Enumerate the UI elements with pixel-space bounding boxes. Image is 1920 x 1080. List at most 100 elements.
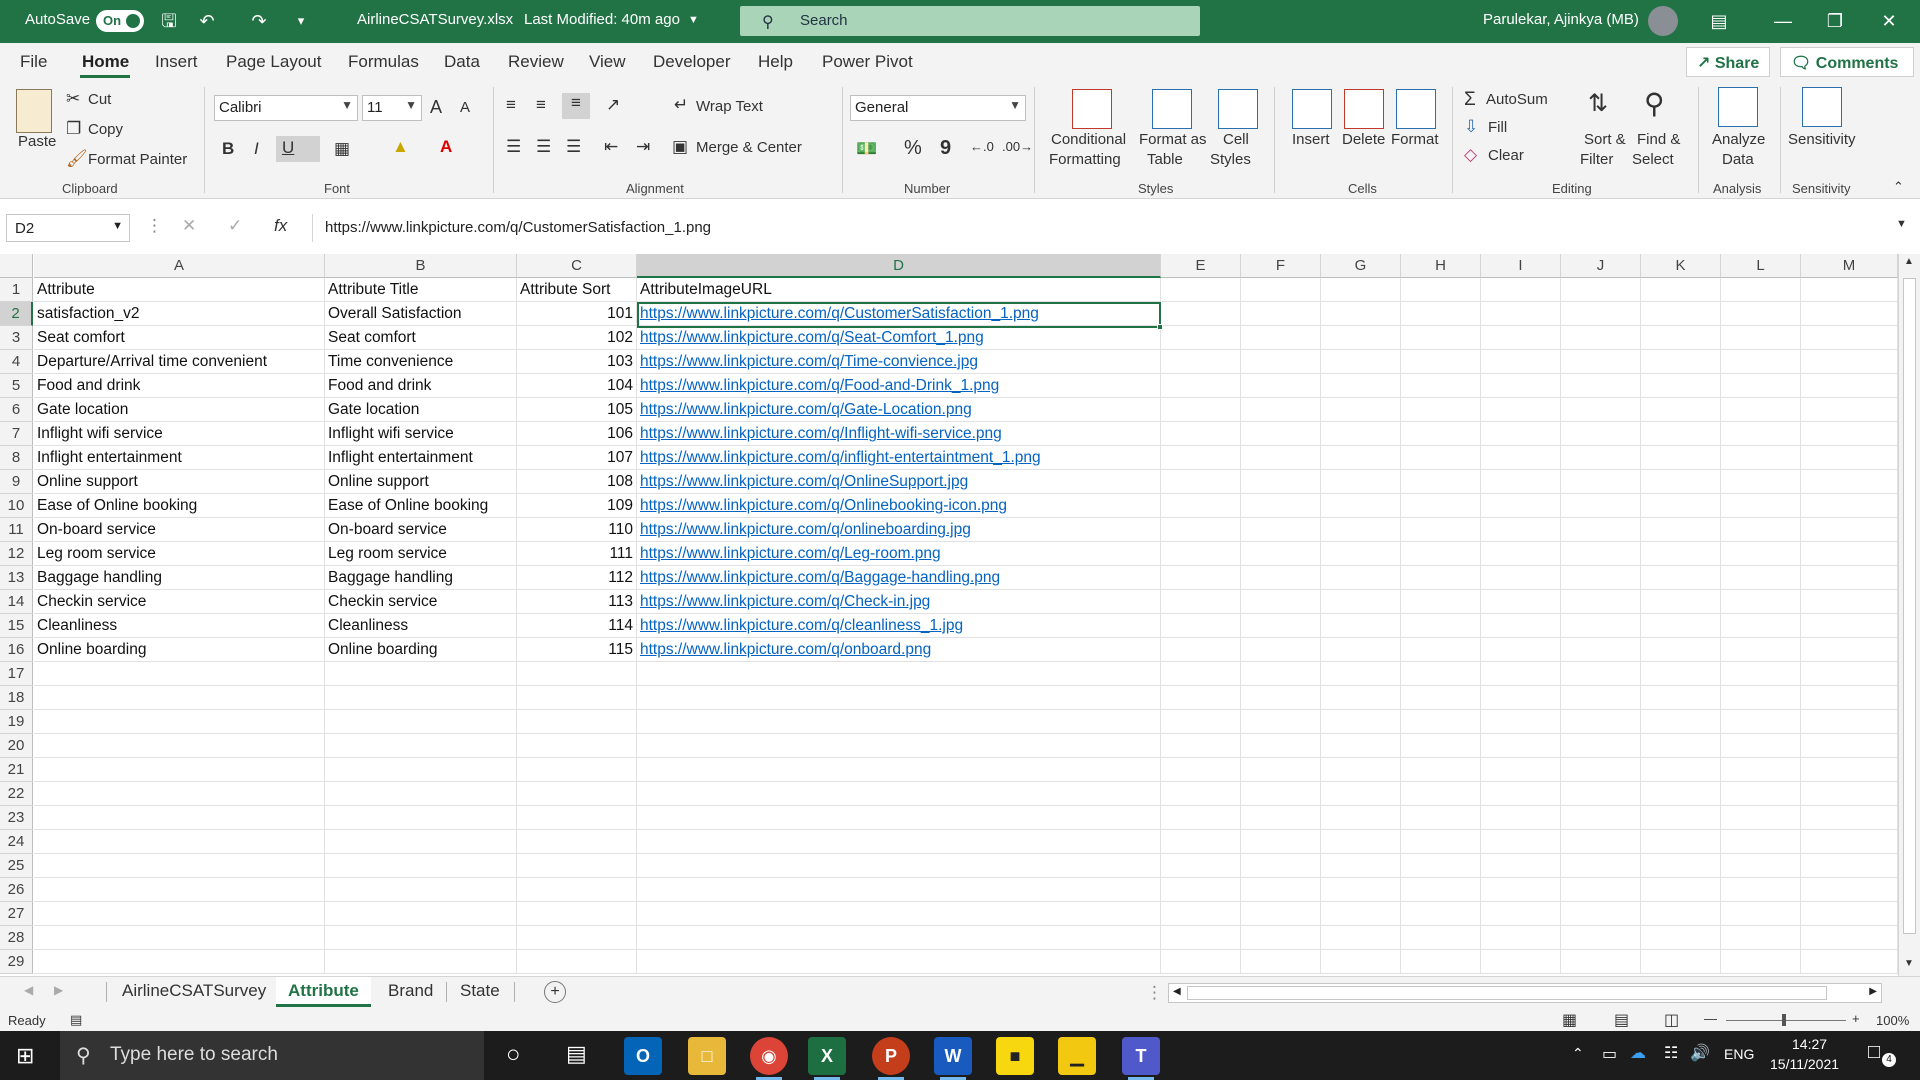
empty-cell[interactable]: [1641, 878, 1721, 902]
empty-cell[interactable]: [34, 926, 325, 950]
row-header[interactable]: 16: [0, 638, 33, 662]
name-box[interactable]: D2 ▼: [6, 214, 130, 242]
cut-button[interactable]: Cut: [88, 91, 111, 108]
sort-filter-button[interactable]: Sort &: [1584, 131, 1626, 148]
empty-cell[interactable]: [1561, 782, 1641, 806]
row-header[interactable]: 6: [0, 398, 33, 422]
empty-cell[interactable]: [1641, 614, 1721, 638]
empty-cell[interactable]: [1561, 326, 1641, 350]
horizontal-scroll-thumb[interactable]: [1187, 986, 1827, 1000]
empty-cell[interactable]: [1401, 422, 1481, 446]
vertical-scrollbar[interactable]: ▲ ▼: [1898, 254, 1920, 976]
table-cell[interactable]: 114: [517, 614, 637, 638]
empty-cell[interactable]: [1481, 878, 1561, 902]
empty-cell[interactable]: [1721, 782, 1801, 806]
align-top-icon[interactable]: ≡: [506, 95, 516, 115]
empty-cell[interactable]: [1561, 950, 1641, 974]
empty-cell[interactable]: [1401, 350, 1481, 374]
empty-cell[interactable]: [1241, 590, 1321, 614]
sheet-tab-state[interactable]: State: [448, 977, 512, 1007]
empty-cell[interactable]: [1721, 686, 1801, 710]
cancel-icon[interactable]: ✕: [182, 216, 196, 236]
row-header[interactable]: 7: [0, 422, 33, 446]
language-indicator[interactable]: ENG: [1724, 1046, 1754, 1062]
empty-cell[interactable]: [1241, 926, 1321, 950]
empty-cell[interactable]: [1481, 374, 1561, 398]
wifi-icon[interactable]: ☷: [1664, 1043, 1678, 1063]
empty-cell[interactable]: [34, 686, 325, 710]
horizontal-scrollbar[interactable]: ◀ ▶: [1168, 983, 1882, 1003]
empty-cell[interactable]: [1721, 854, 1801, 878]
empty-cell[interactable]: [637, 854, 1161, 878]
column-header-l[interactable]: L: [1721, 254, 1801, 278]
empty-cell[interactable]: [1721, 398, 1801, 422]
empty-cell[interactable]: [1401, 302, 1481, 326]
tab-data[interactable]: Data: [444, 52, 480, 72]
customize-qat-icon[interactable]: ▾: [286, 6, 316, 36]
row-header[interactable]: 11: [0, 518, 33, 542]
empty-cell[interactable]: [1721, 734, 1801, 758]
empty-cell[interactable]: [1401, 374, 1481, 398]
empty-cell[interactable]: [1721, 470, 1801, 494]
cell-hyperlink[interactable]: https://www.linkpicture.com/q/OnlineSupp…: [637, 470, 1161, 494]
empty-cell[interactable]: [1641, 518, 1721, 542]
empty-cell[interactable]: [1641, 710, 1721, 734]
tab-view[interactable]: View: [589, 52, 626, 72]
empty-cell[interactable]: [1241, 566, 1321, 590]
table-cell[interactable]: 104: [517, 374, 637, 398]
scroll-down-icon[interactable]: ▼: [1904, 958, 1914, 969]
empty-cell[interactable]: [1641, 830, 1721, 854]
tab-home[interactable]: Home: [82, 52, 129, 72]
empty-cell[interactable]: [637, 734, 1161, 758]
empty-cell[interactable]: [1481, 470, 1561, 494]
empty-cell[interactable]: [34, 830, 325, 854]
bold-button[interactable]: B: [222, 139, 234, 159]
cell-hyperlink[interactable]: https://www.linkpicture.com/q/Time-convi…: [637, 350, 1161, 374]
empty-cell[interactable]: [1321, 854, 1401, 878]
empty-cell[interactable]: [1641, 566, 1721, 590]
empty-cell[interactable]: [637, 950, 1161, 974]
align-right-icon[interactable]: ☰: [566, 137, 581, 157]
row-header[interactable]: 22: [0, 782, 33, 806]
comma-button[interactable]: 9: [940, 137, 951, 160]
increase-decimal-icon[interactable]: ←.0: [970, 139, 994, 154]
empty-cell[interactable]: [1401, 854, 1481, 878]
empty-cell[interactable]: [1561, 494, 1641, 518]
enter-icon[interactable]: ✓: [228, 216, 242, 236]
zoom-slider[interactable]: [1726, 1020, 1846, 1021]
empty-cell[interactable]: [1721, 710, 1801, 734]
increase-indent-icon[interactable]: ⇥: [636, 137, 650, 157]
empty-cell[interactable]: [1641, 278, 1721, 302]
tab-formulas[interactable]: Formulas: [348, 52, 419, 72]
empty-cell[interactable]: [637, 878, 1161, 902]
next-sheet-icon[interactable]: ▶: [54, 983, 63, 997]
close-icon[interactable]: ✕: [1874, 6, 1904, 36]
empty-cell[interactable]: [1321, 830, 1401, 854]
table-cell[interactable]: Ease of Online booking: [325, 494, 517, 518]
row-header[interactable]: 18: [0, 686, 33, 710]
italic-button[interactable]: I: [254, 139, 259, 159]
cell-hyperlink[interactable]: https://www.linkpicture.com/q/Seat-Comfo…: [637, 326, 1161, 350]
empty-cell[interactable]: [1481, 902, 1561, 926]
fill-button[interactable]: Fill: [1488, 119, 1507, 136]
restore-icon[interactable]: ❐: [1820, 6, 1850, 36]
column-header-m[interactable]: M: [1801, 254, 1898, 278]
empty-cell[interactable]: [1561, 710, 1641, 734]
empty-cell[interactable]: [637, 902, 1161, 926]
cell-hyperlink[interactable]: https://www.linkpicture.com/q/Onlinebook…: [637, 494, 1161, 518]
save-icon[interactable]: 🖫: [154, 6, 184, 36]
table-cell[interactable]: 109: [517, 494, 637, 518]
column-header-j[interactable]: J: [1561, 254, 1641, 278]
show-hidden-icons-icon[interactable]: ⌃: [1572, 1045, 1584, 1062]
row-header[interactable]: 2: [0, 302, 33, 326]
table-cell[interactable]: 105: [517, 398, 637, 422]
empty-cell[interactable]: [1801, 686, 1898, 710]
orientation-icon[interactable]: ↗: [606, 95, 620, 115]
empty-cell[interactable]: [1801, 806, 1898, 830]
empty-cell[interactable]: [1561, 758, 1641, 782]
empty-cell[interactable]: [1481, 806, 1561, 830]
cell-hyperlink[interactable]: https://www.linkpicture.com/q/inflight-e…: [637, 446, 1161, 470]
empty-cell[interactable]: [1401, 758, 1481, 782]
empty-cell[interactable]: [1721, 590, 1801, 614]
empty-cell[interactable]: [1801, 398, 1898, 422]
